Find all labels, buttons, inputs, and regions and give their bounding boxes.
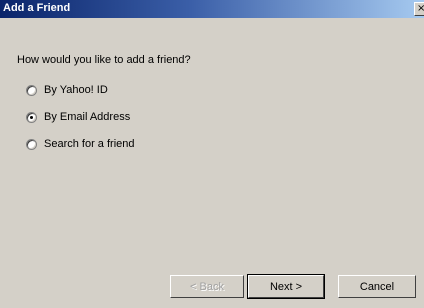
option-yahoo-id-label: By Yahoo! ID	[44, 84, 108, 96]
option-search-friend-label: Search for a friend	[44, 138, 135, 150]
dialog-content: How would you like to add a friend? By Y…	[0, 18, 424, 308]
title-bar[interactable]: Add a Friend ×	[0, 0, 424, 18]
radio-email-address[interactable]	[26, 111, 37, 123]
close-icon[interactable]: ×	[414, 2, 424, 16]
question-label: How would you like to add a friend?	[17, 54, 191, 66]
option-email-address-label: By Email Address	[44, 111, 131, 123]
radio-search-friend[interactable]	[26, 138, 37, 150]
option-yahoo-id[interactable]: By Yahoo! ID	[26, 83, 108, 97]
cancel-button[interactable]: Cancel	[338, 275, 416, 298]
option-search-friend[interactable]: Search for a friend	[26, 137, 135, 151]
add-friend-dialog: Add a Friend × How would you like to add…	[0, 0, 424, 308]
radio-yahoo-id[interactable]	[26, 84, 37, 96]
option-email-address[interactable]: By Email Address	[26, 110, 130, 124]
window-title: Add a Friend	[3, 2, 71, 14]
back-button[interactable]: < Back	[170, 275, 244, 298]
next-button[interactable]: Next >	[247, 274, 325, 299]
